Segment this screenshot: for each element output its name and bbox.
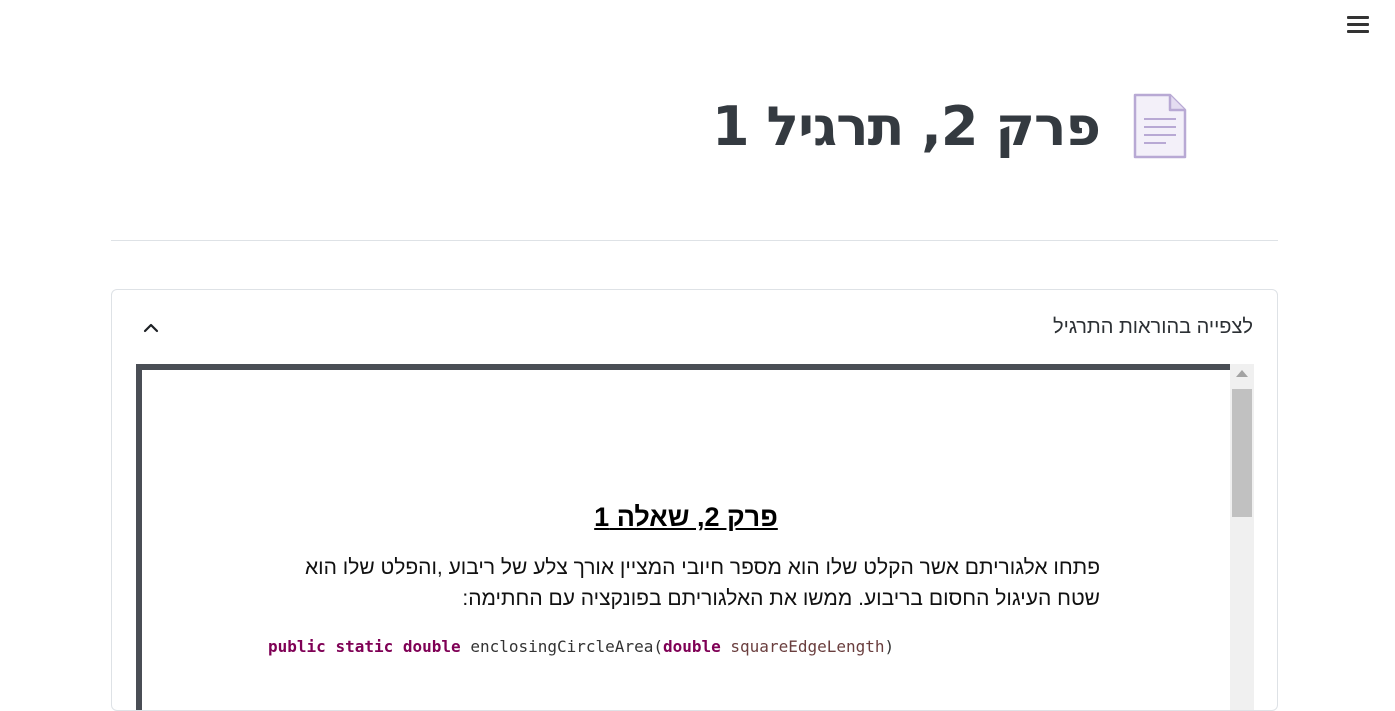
instructions-toggle-label[interactable]: לצפייה בהוראות התרגיל [1053,316,1253,339]
chevron-up-icon[interactable] [140,316,162,338]
scroll-up-arrow-icon[interactable] [1236,370,1248,377]
code-keyword: double [402,637,461,656]
scrollbar-thumb[interactable] [1232,389,1252,517]
document-icon [1133,93,1187,159]
page-header: פרק 2, תרגיל 1 [111,60,1278,241]
viewer-scrollbar[interactable] [1230,364,1254,710]
instructions-toggle[interactable]: לצפייה בהוראות התרגיל [112,290,1277,364]
title-row: פרק 2, תרגיל 1 [712,92,1188,160]
code-keyword: public [268,637,326,656]
code-method-name: enclosingCircleArea( [470,637,663,656]
document-page: פרק 2, שאלה 1 פתחו אלגוריתם אשר הקלט שלו… [136,364,1236,710]
code-signature: public static double enclosingCircleArea… [268,637,894,656]
page-title: פרק 2, תרגיל 1 [712,94,1101,158]
code-param-name: squareEdgeLength [730,637,885,656]
document-viewer[interactable]: פרק 2, שאלה 1 פתחו אלגוריתם אשר הקלט שלו… [136,364,1254,710]
code-keyword: static [335,637,394,656]
document-body: פתחו אלגוריתם אשר הקלט שלו הוא מספר חיוב… [304,556,1100,610]
hamburger-menu-icon[interactable] [1342,10,1374,38]
instructions-card: לצפייה בהוראות התרגיל פרק 2, שאלה 1 פתחו… [111,289,1278,711]
code-close-paren: ) [884,637,895,656]
document-title: פרק 2, שאלה 1 [594,502,778,532]
code-param-type: double [662,637,721,656]
